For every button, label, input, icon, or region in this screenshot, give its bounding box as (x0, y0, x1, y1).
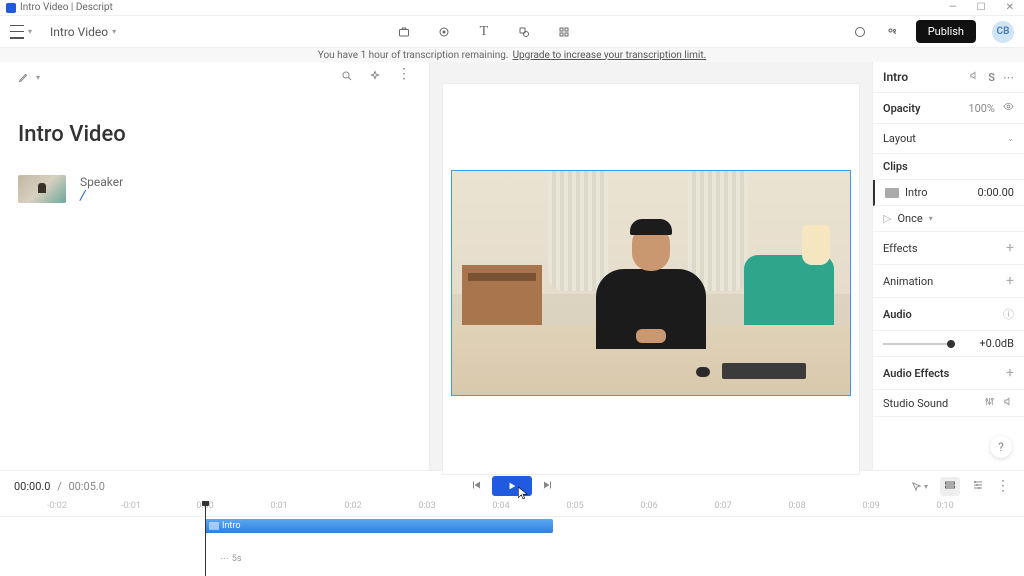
play-button[interactable] (492, 476, 532, 496)
search-icon (341, 70, 353, 82)
scene-name[interactable]: Intro (883, 70, 908, 84)
studio-sound-settings-icon[interactable] (984, 396, 995, 410)
layout-row[interactable]: Layout ⌄ (873, 124, 1024, 154)
banner: You have 1 hour of transcription remaini… (0, 48, 1024, 62)
video-frame[interactable] (451, 170, 851, 396)
scene-badge[interactable]: S (988, 71, 995, 84)
ruler-tick: -0:02 (47, 501, 67, 511)
layout-label: Layout (883, 132, 916, 145)
clip-name[interactable]: Intro (905, 186, 928, 199)
menu-icon (10, 25, 24, 39)
chevron-down-icon: ▾ (36, 73, 40, 82)
timeline-more-button[interactable]: ⋮ (996, 478, 1010, 494)
clip-label: Intro (222, 521, 240, 531)
audio-info-icon[interactable]: ⓘ (1003, 306, 1014, 322)
script-more-button[interactable]: ⋮ (397, 70, 411, 85)
ruler-tick: 0:10 (936, 501, 953, 511)
transcript-cursor[interactable]: / (80, 191, 123, 201)
timeline[interactable]: -0:03-0:02-0:010:000:010:020:030:040:050… (0, 501, 1024, 576)
scene-more-button[interactable]: ⋯ (1003, 71, 1014, 84)
timeline-clip[interactable]: Intro (205, 519, 553, 533)
prev-button[interactable] (470, 479, 482, 494)
effects-label: Effects (883, 242, 918, 255)
close-button[interactable]: ✕ (1002, 2, 1018, 13)
chevron-down-icon: ▾ (112, 27, 116, 36)
opacity-label: Opacity (883, 102, 920, 115)
share-button[interactable] (884, 24, 900, 40)
ruler-tick: 0:05 (566, 501, 583, 511)
play-icon: ▷ (883, 212, 891, 225)
loop-dropdown[interactable]: ▷ Once ▾ (883, 212, 933, 225)
studio-sound-label[interactable]: Studio Sound (883, 397, 948, 410)
add-audio-effect-button[interactable]: + (1006, 365, 1014, 381)
script-title[interactable]: Intro Video (18, 122, 411, 147)
clips-label: Clips (883, 160, 908, 173)
add-animation-button[interactable]: + (1006, 273, 1014, 289)
ruler-tick: -0:01 (121, 501, 141, 511)
banner-link[interactable]: Upgrade to increase your transcription l… (513, 50, 707, 61)
avatar[interactable]: CB (992, 21, 1014, 43)
audio-label: Audio (883, 308, 912, 321)
volume-slider[interactable] (883, 343, 955, 345)
publish-button[interactable]: Publish (916, 20, 976, 43)
camera-button[interactable] (396, 24, 412, 40)
opacity-value[interactable]: 100% (968, 102, 995, 115)
ruler-tick: 0:01 (270, 501, 287, 511)
loop-label: Once (897, 212, 922, 225)
clip-time: 0:00.00 (978, 186, 1014, 199)
timeline-marker[interactable]: ⋯5s (220, 553, 242, 565)
next-button[interactable] (542, 479, 554, 494)
sparkle-icon (369, 70, 381, 82)
main-menu-button[interactable]: ▾ (10, 25, 32, 39)
clip-thumbnail[interactable] (885, 188, 899, 198)
record-button[interactable] (436, 24, 452, 40)
minimize-button[interactable]: — (945, 2, 961, 13)
chevron-down-icon: ▾ (929, 214, 933, 223)
banner-text: You have 1 hour of transcription remaini… (318, 50, 509, 61)
ruler-tick: 0:04 (492, 501, 509, 511)
markers-button[interactable] (972, 479, 984, 494)
audio-effects-label: Audio Effects (883, 367, 949, 380)
script-style-dropdown[interactable]: ▾ (18, 71, 40, 83)
ruler-tick: 0:03 (418, 501, 435, 511)
playhead[interactable] (205, 501, 206, 576)
project-name-label: Intro Video (50, 25, 108, 39)
app-icon (6, 3, 16, 13)
animation-label: Animation (883, 275, 933, 288)
search-button[interactable] (341, 70, 353, 85)
grid-button[interactable] (556, 24, 572, 40)
comment-button[interactable] (852, 24, 868, 40)
chevron-down-icon: ▾ (28, 27, 32, 36)
clip-thumb-icon (209, 522, 219, 530)
video-preview (452, 171, 850, 395)
shapes-button[interactable] (516, 24, 532, 40)
ruler-tick: 0:02 (344, 501, 361, 511)
maximize-button[interactable]: ☐ (973, 2, 990, 13)
timecode: 00:00.0 / 00:05.0 (14, 480, 105, 493)
text-button[interactable]: T (476, 24, 492, 40)
project-name-dropdown[interactable]: Intro Video ▾ (50, 25, 116, 39)
window-title: Intro Video | Descript (20, 2, 113, 13)
timeline-view-button[interactable] (940, 477, 960, 496)
studio-sound-mute-icon[interactable] (1003, 396, 1014, 410)
mute-icon[interactable] (969, 70, 980, 84)
scene-thumbnail[interactable] (18, 175, 66, 203)
speaker-label[interactable]: Speaker (80, 175, 123, 189)
ruler-tick: 0:08 (788, 501, 805, 511)
ai-button[interactable] (369, 70, 381, 85)
ruler-tick: 0:06 (640, 501, 657, 511)
canvas-page[interactable] (443, 84, 859, 474)
help-button[interactable]: ? (990, 436, 1012, 458)
visibility-icon[interactable] (1003, 101, 1014, 115)
pen-icon (18, 71, 30, 83)
selection-tool[interactable]: ▾ (911, 481, 928, 492)
canvas-area[interactable] (430, 62, 872, 470)
ruler-tick: 0:07 (714, 501, 731, 511)
audio-db: +0.0dB (979, 337, 1014, 350)
ruler-tick: 0:09 (862, 501, 879, 511)
add-effect-button[interactable]: + (1006, 240, 1014, 256)
chevron-down-icon: ⌄ (1007, 134, 1014, 143)
